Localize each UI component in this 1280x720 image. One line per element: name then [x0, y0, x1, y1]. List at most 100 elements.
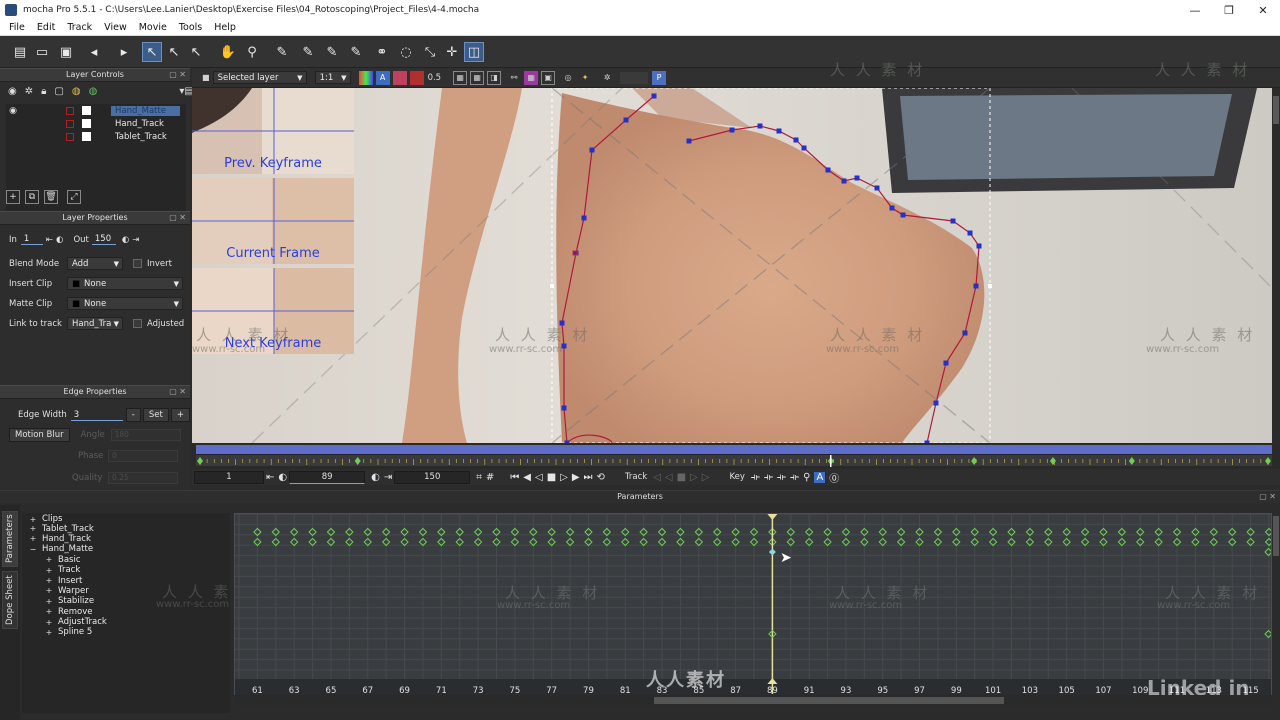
set-out-icon[interactable]: ⇥	[132, 235, 139, 245]
spline-control-point[interactable]	[900, 212, 906, 218]
spline-control-point[interactable]	[623, 117, 629, 123]
angle-field[interactable]: 180	[110, 429, 181, 441]
link-track-dropdown[interactable]: Hand_Tra ▼	[67, 317, 123, 330]
layer-lock-toggle[interactable]	[66, 119, 74, 128]
lightbulb-icon[interactable]: ✦	[578, 71, 592, 85]
trace-icon[interactable]: ⚯	[507, 71, 521, 85]
view-surface-icon[interactable]: ◨	[487, 70, 502, 85]
spline-control-point[interactable]	[561, 405, 567, 411]
snap-icon[interactable]: ✲	[600, 71, 614, 85]
transform-icon[interactable]: ⤡	[420, 42, 440, 62]
move-icon[interactable]: ✛	[442, 42, 462, 62]
spline-control-point[interactable]	[559, 320, 565, 326]
tab-dope-sheet[interactable]: Dope Sheet	[2, 571, 18, 629]
pan-hand-icon[interactable]: ✋	[218, 42, 238, 62]
set-out-point-icon[interactable]: ⇥	[384, 472, 392, 483]
menu-file[interactable]: File	[0, 22, 31, 33]
color-swatch-field[interactable]	[620, 71, 649, 84]
maximize-button[interactable]: ❐	[1212, 0, 1246, 20]
scroll-thumb[interactable]	[654, 697, 1004, 704]
tree-item-remove[interactable]: + Remove	[22, 607, 230, 617]
in-field[interactable]: 1	[20, 234, 43, 245]
spline-control-point[interactable]	[825, 167, 831, 173]
in-dial-icon[interactable]: ◐	[56, 235, 63, 245]
spline-control-point[interactable]	[962, 330, 968, 336]
spline-control-point[interactable]	[950, 218, 956, 224]
expand-icon[interactable]: +	[44, 576, 54, 585]
layer-color-swatch[interactable]	[82, 119, 91, 128]
track-stop-icon[interactable]: ■	[677, 472, 686, 483]
matte-icon[interactable]: ▢	[54, 86, 63, 97]
layer-row-tablet-track[interactable]: Tablet_Track	[6, 130, 186, 143]
loop-icon[interactable]: ⟲	[597, 472, 605, 483]
current-frame-thumb[interactable]: Current Frame	[192, 178, 354, 264]
expand-icon[interactable]: +	[28, 515, 38, 524]
set-in-point-icon[interactable]: ⇤	[266, 472, 274, 483]
panel-close-icon[interactable]: ▢ ✕	[169, 212, 186, 224]
stop-icon[interactable]: ■	[547, 472, 556, 483]
expand-icon[interactable]: +	[44, 618, 54, 627]
tree-item-stabilize[interactable]: + Stabilize	[22, 596, 230, 606]
timeline-range-bar[interactable]	[196, 445, 1272, 454]
fit-range-icon[interactable]: ⌗	[476, 472, 482, 483]
spline-control-point[interactable]	[933, 400, 939, 406]
add-point-icon[interactable]: ↖	[186, 42, 206, 62]
color-icon[interactable]: ◍	[89, 86, 98, 97]
tree-item-adjusttrack[interactable]: + AdjustTrack	[22, 617, 230, 627]
record-icon[interactable]: ⓪	[829, 470, 839, 485]
blend-mode-dropdown[interactable]: Add ▼	[67, 257, 123, 270]
panel-close-icon[interactable]: ▢ ✕	[169, 69, 186, 81]
view-grid-icon[interactable]: ▦	[453, 70, 468, 85]
spline-control-point[interactable]	[793, 137, 799, 143]
current-frame-field[interactable]: 89	[289, 470, 366, 484]
end-frame-field[interactable]: 150	[394, 470, 471, 484]
go-to-end-icon[interactable]: ⏭	[584, 472, 593, 483]
spline-control-point[interactable]	[967, 230, 973, 236]
layer-color-swatch[interactable]	[82, 132, 91, 141]
x-spline-icon[interactable]: ✎	[272, 42, 292, 62]
next-keyframe-thumb[interactable]: Next Keyframe	[192, 268, 354, 354]
layer-lock-toggle[interactable]	[66, 106, 74, 115]
track-back-step-icon[interactable]: ◁	[665, 472, 673, 483]
collapse-icon[interactable]: −	[28, 545, 38, 554]
spline-control-point[interactable]	[776, 128, 782, 134]
play-forward-icon[interactable]: ▶	[572, 472, 580, 483]
new-project-icon[interactable]: ▤	[10, 42, 30, 62]
bbox-handle-right[interactable]	[988, 284, 992, 288]
go-to-start-icon[interactable]: ⏮	[510, 472, 519, 483]
layer-lock-toggle[interactable]	[66, 132, 74, 141]
add-x-spline-icon[interactable]: ✎	[298, 42, 318, 62]
adjusted-checkbox[interactable]	[133, 319, 142, 328]
link-icon[interactable]: ⚭	[372, 42, 392, 62]
prev-keyframe-thumb[interactable]: Prev. Keyframe	[192, 88, 354, 174]
delete-all-keys-icon[interactable]: ⚲	[803, 472, 810, 483]
panel-close-icon[interactable]: ▢ ✕	[1259, 491, 1276, 503]
menu-edit[interactable]: Edit	[31, 22, 61, 33]
add-bezier-spline-icon[interactable]: ✎	[346, 42, 366, 62]
spline-control-point[interactable]	[841, 178, 847, 184]
dope-sheet[interactable]: 6163656769717375777981838587899193959799…	[234, 513, 1272, 706]
matte-overlay-icon[interactable]	[392, 70, 407, 85]
spline-control-point[interactable]	[801, 145, 807, 151]
scroll-thumb[interactable]	[1273, 96, 1279, 124]
step-forward-icon[interactable]: ▷	[560, 472, 568, 483]
add-layer-icon[interactable]: +	[6, 190, 20, 204]
expand-icon[interactable]: +	[44, 628, 54, 637]
select-tool-icon[interactable]: ↖	[142, 42, 162, 62]
track-forward-icon[interactable]: ▷	[702, 472, 710, 483]
open-project-icon[interactable]: ▭	[32, 42, 52, 62]
phase-field[interactable]: 0	[108, 450, 178, 462]
tree-item-track[interactable]: + Track	[22, 565, 230, 575]
lock-icon[interactable]: 🔒︎	[41, 86, 46, 97]
panel-close-icon[interactable]: ▢ ✕	[169, 386, 186, 398]
clip-viewer[interactable]: Prev. Keyframe Current Frame Next Keyfra…	[192, 88, 1272, 443]
edge-width-plus-button[interactable]: +	[170, 408, 190, 422]
timeline[interactable]	[192, 443, 1280, 469]
minimize-button[interactable]: —	[1178, 0, 1212, 20]
out-field[interactable]: 150	[91, 234, 116, 245]
spline-control-point[interactable]	[589, 147, 595, 153]
bbox-handle-left[interactable]	[550, 284, 554, 288]
tree-item-warper[interactable]: + Warper	[22, 586, 230, 596]
spline-control-point[interactable]	[976, 243, 982, 249]
show-mattes-icon[interactable]	[409, 70, 424, 85]
